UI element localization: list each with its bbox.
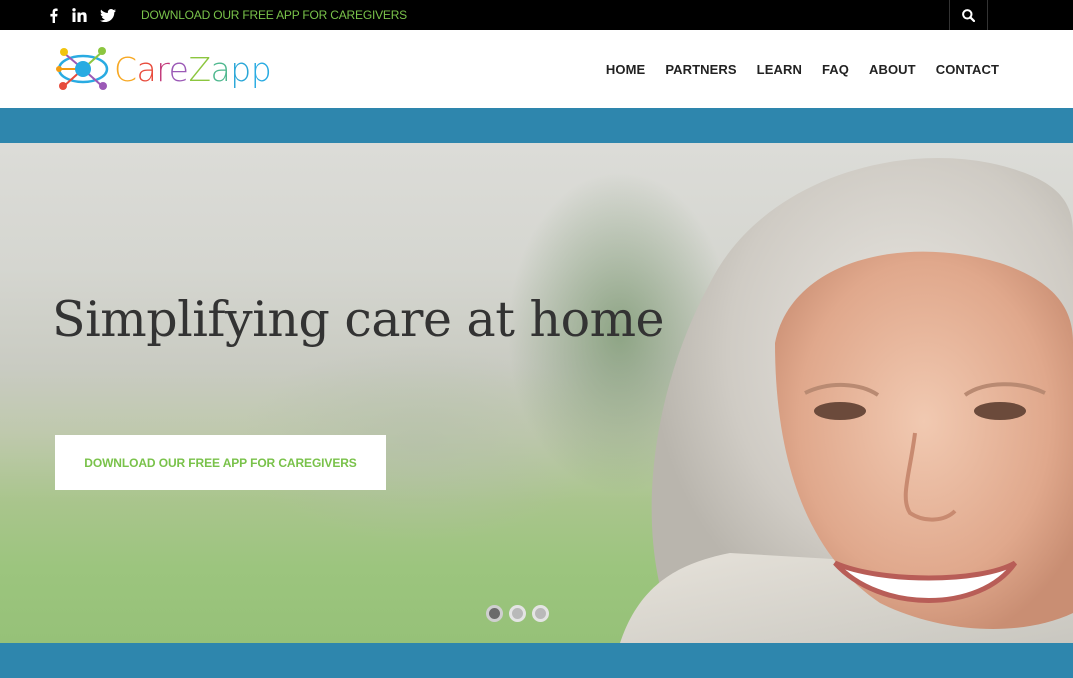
nav-contact[interactable]: CONTACT	[936, 62, 999, 77]
nav-faq[interactable]: FAQ	[822, 62, 849, 77]
blue-band-top	[0, 108, 1073, 143]
nav-about[interactable]: ABOUT	[869, 62, 916, 77]
site-header: CareZapp HOME PARTNERS LEARN FAQ ABOUT C…	[0, 30, 1073, 108]
hero-download-app-button[interactable]: DOWNLOAD OUR FREE APP FOR CAREGIVERS	[55, 435, 386, 490]
nav-home[interactable]: HOME	[606, 62, 645, 77]
nav-learn[interactable]: LEARN	[757, 62, 802, 77]
logo-wordmark: CareZapp	[114, 49, 272, 89]
hero-woman-photo	[620, 158, 1073, 643]
search-icon	[962, 8, 975, 22]
twitter-icon[interactable]	[98, 0, 118, 30]
nav-partners[interactable]: PARTNERS	[665, 62, 736, 77]
facebook-icon[interactable]	[43, 0, 63, 30]
linkedin-icon[interactable]	[69, 0, 89, 30]
top-download-app-link[interactable]: DOWNLOAD OUR FREE APP FOR CAREGIVERS	[141, 0, 407, 30]
main-nav: HOME PARTNERS LEARN FAQ ABOUT CONTACT	[586, 30, 999, 108]
hero-title: Simplifying care at home	[52, 291, 665, 348]
search-button[interactable]	[949, 0, 988, 30]
blue-band-bottom	[0, 643, 1073, 678]
slide-dot-1[interactable]	[486, 605, 503, 622]
logo-network-icon	[56, 47, 109, 90]
slide-dot-3[interactable]	[532, 605, 549, 622]
hero-slider: Simplifying care at home DOWNLOAD OUR FR…	[0, 143, 1073, 643]
slider-pagination	[486, 605, 555, 622]
slide-dot-2[interactable]	[509, 605, 526, 622]
carezapp-logo[interactable]: CareZapp	[56, 43, 286, 95]
top-bar: DOWNLOAD OUR FREE APP FOR CAREGIVERS	[0, 0, 1073, 30]
